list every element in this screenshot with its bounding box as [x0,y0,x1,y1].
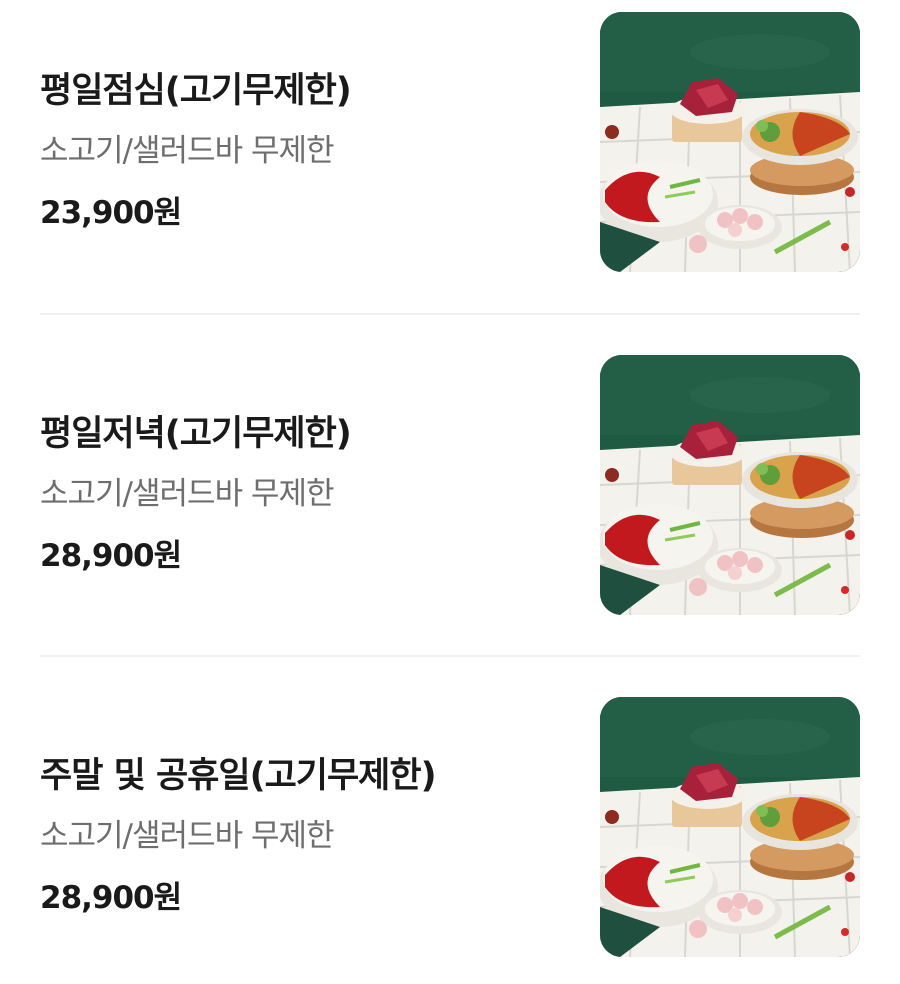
menu-item-photo[interactable] [600,12,860,272]
hotpot-photo-illustration [600,355,860,615]
hotpot-photo-illustration [600,697,860,957]
hotpot-photo-illustration [600,12,860,272]
menu-item-text: 주말 및 공휴일(고기무제한) 소고기/샐러드바 무제한 28,900원 [40,697,580,959]
divider [40,313,860,315]
menu-item-description: 소고기/샐러드바 무제한 [40,476,334,512]
menu-item-price: 28,900원 [40,880,182,916]
menu-item-name: 주말 및 공휴일(고기무제한) [40,756,437,796]
menu-item[interactable]: 평일점심(고기무제한) 소고기/샐러드바 무제한 23,900원 [40,12,860,274]
menu-item-name: 평일점심(고기무제한) [40,71,352,111]
menu-item-text: 평일점심(고기무제한) 소고기/샐러드바 무제한 23,900원 [40,12,580,274]
menu-item-name: 평일저녁(고기무제한) [40,414,352,454]
menu-item-description: 소고기/샐러드바 무제한 [40,818,334,854]
menu-item-photo[interactable] [600,697,860,957]
menu-item-price: 28,900원 [40,538,182,574]
menu-item[interactable]: 평일저녁(고기무제한) 소고기/샐러드바 무제한 28,900원 [40,355,860,617]
menu-item-text: 평일저녁(고기무제한) 소고기/샐러드바 무제한 28,900원 [40,355,580,617]
menu-item[interactable]: 주말 및 공휴일(고기무제한) 소고기/샐러드바 무제한 28,900원 [40,697,860,959]
menu-item-description: 소고기/샐러드바 무제한 [40,133,334,169]
divider [40,655,860,657]
menu-item-price: 23,900원 [40,195,182,231]
menu-item-photo[interactable] [600,355,860,615]
menu-list: 평일점심(고기무제한) 소고기/샐러드바 무제한 23,900원 평일저녁(고기… [0,0,900,984]
